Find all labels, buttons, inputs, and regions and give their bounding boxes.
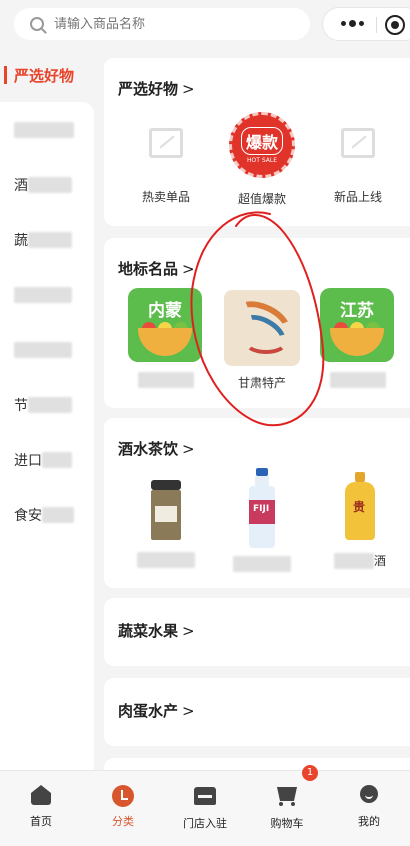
- close-target-icon[interactable]: [385, 15, 405, 35]
- section-dibiao: 地标名品 > 内蒙 甘肃特产 江苏: [104, 238, 410, 408]
- subcategory-item[interactable]: 热卖单品: [126, 128, 206, 205]
- tea-jar-image: [151, 480, 181, 540]
- region-item[interactable]: 甘肃特产: [222, 290, 302, 391]
- region-item[interactable]: 内蒙: [128, 288, 204, 391]
- image-placeholder-icon: [149, 128, 183, 158]
- category-sidebar: 严选好物 酒 蔬 节 进口 食安: [0, 50, 94, 770]
- store-icon: [194, 787, 216, 805]
- section-title[interactable]: 酒水茶饮 >: [118, 438, 195, 459]
- sidebar-item[interactable]: 食安: [0, 487, 94, 542]
- category-icon: [112, 785, 134, 807]
- sidebar-item-label: 进口: [14, 452, 42, 469]
- section-roudan: 肉蛋水产 >: [104, 678, 410, 746]
- section-jiushui: 酒水茶饮 > FIJI 贵 酒: [104, 418, 410, 588]
- section-title[interactable]: 严选好物 >: [118, 78, 195, 99]
- sidebar-item[interactable]: [0, 267, 94, 322]
- sidebar-item[interactable]: 进口: [0, 432, 94, 487]
- subcategory-item[interactable]: 新品上线: [318, 128, 398, 205]
- blurred-text: [14, 341, 72, 358]
- product-item[interactable]: 贵 酒: [322, 472, 398, 569]
- section-title[interactable]: 肉蛋水产 >: [118, 700, 195, 721]
- tab-category[interactable]: 分类: [82, 771, 164, 846]
- product-item[interactable]: FIJI: [224, 468, 300, 575]
- product-item[interactable]: [128, 480, 204, 571]
- cart-count-badge: 1: [302, 765, 318, 781]
- sidebar-item-label: 节: [14, 397, 28, 414]
- search-icon: [30, 17, 44, 31]
- liquor-bottle-image: 贵: [345, 472, 375, 542]
- sidebar-item[interactable]: [0, 322, 94, 377]
- blurred-text: [138, 372, 194, 388]
- sidebar-item-label: 蔬: [14, 232, 28, 249]
- blurred-text: [14, 121, 74, 138]
- blurred-text: [14, 286, 72, 303]
- section-title[interactable]: 地标名品 >: [118, 258, 195, 279]
- tab-profile[interactable]: 我的: [328, 771, 410, 846]
- search-input[interactable]: [54, 16, 274, 32]
- sidebar-item[interactable]: [0, 102, 94, 157]
- tab-cart[interactable]: 购物车: [246, 771, 328, 846]
- blurred-text: [330, 372, 386, 388]
- sidebar-item-label: 严选好物: [14, 66, 75, 85]
- blurred-text: [137, 552, 195, 568]
- section-title[interactable]: 蔬菜水果 >: [118, 620, 195, 641]
- blurred-text: [233, 556, 291, 572]
- profile-icon: [360, 785, 378, 803]
- section-yanxuan: 严选好物 > 热卖单品 爆款 HOT SALE 超值爆款 新品上线: [104, 58, 410, 226]
- region-item[interactable]: 江苏: [320, 288, 396, 391]
- search-bar[interactable]: [14, 8, 310, 40]
- sidebar-item-label: 食安: [14, 507, 42, 524]
- capsule-divider: [376, 17, 377, 33]
- image-placeholder-icon: [341, 128, 375, 158]
- blurred-text: [28, 396, 72, 413]
- tab-home[interactable]: 首页: [0, 771, 82, 846]
- blurred-text: [42, 451, 72, 468]
- mini-program-capsule: [322, 7, 410, 41]
- active-indicator: [4, 66, 7, 84]
- section-shucai: 蔬菜水果 >: [104, 598, 410, 666]
- blurred-text: [42, 506, 74, 523]
- hot-sale-badge-icon: 爆款 HOT SALE: [229, 112, 295, 178]
- water-bottle-image: FIJI: [249, 468, 275, 548]
- top-bar: [0, 0, 410, 50]
- blurred-text: [28, 231, 72, 248]
- more-menu-icon[interactable]: [341, 20, 364, 27]
- sidebar-item[interactable]: 酒: [0, 157, 94, 212]
- region-thumbnail: 江苏: [320, 288, 394, 362]
- bottom-tab-bar: 首页 分类 门店入驻 购物车 我的 1: [0, 765, 410, 846]
- sidebar-item[interactable]: 蔬: [0, 212, 94, 267]
- sidebar-item-label: 酒: [14, 177, 28, 194]
- region-thumbnail: 内蒙: [128, 288, 202, 362]
- blurred-text: [333, 552, 374, 569]
- cart-icon: [277, 787, 297, 801]
- sidebar-list: 酒 蔬 节 进口 食安: [0, 102, 94, 770]
- gansu-thumbnail: [224, 290, 300, 366]
- blurred-text: [28, 176, 72, 193]
- tab-store[interactable]: 门店入驻: [164, 771, 246, 846]
- sidebar-item[interactable]: 节: [0, 377, 94, 432]
- subcategory-item[interactable]: 爆款 HOT SALE 超值爆款: [222, 112, 302, 207]
- home-icon: [31, 785, 51, 805]
- sidebar-item-active[interactable]: 严选好物: [0, 50, 94, 100]
